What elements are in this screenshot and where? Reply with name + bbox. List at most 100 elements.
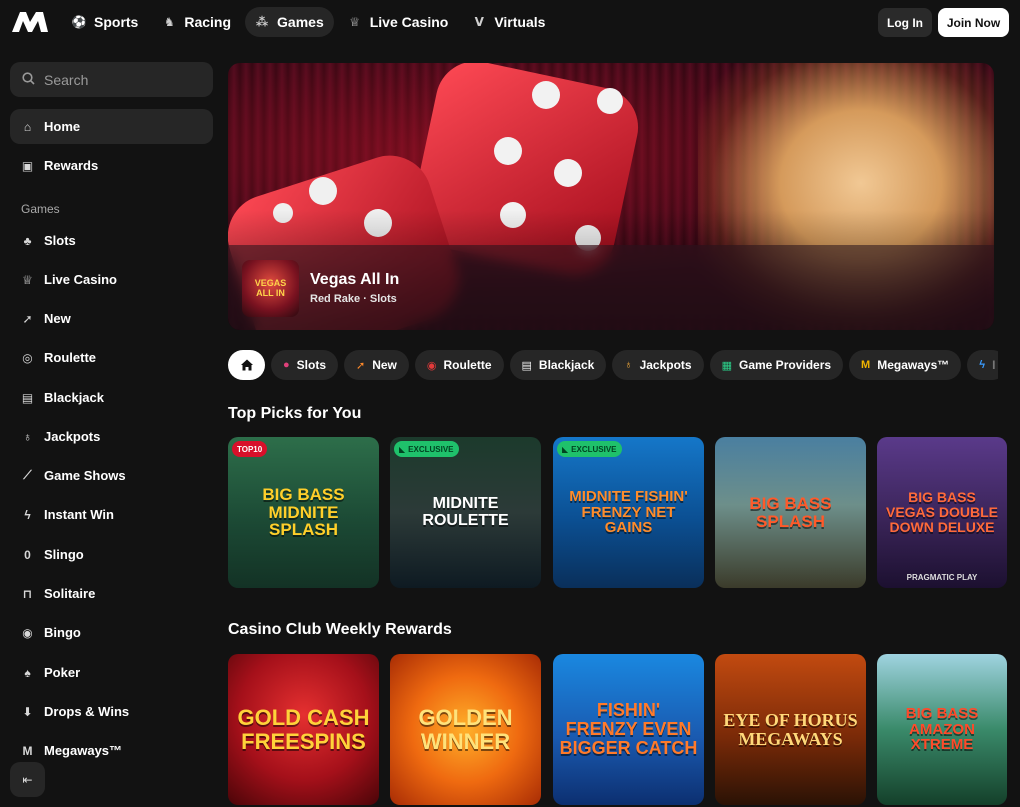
nav-sports[interactable]: ⚽ Sports <box>62 7 148 37</box>
sidebar-item-label: Drops & Wins <box>44 704 130 719</box>
game-tile-name: GOLDEN WINNER <box>418 705 513 754</box>
chip-new[interactable]: ➚ New <box>344 350 409 380</box>
game-tile-name: MIDNITE FISHIN' FRENZY NET GAINS <box>569 487 688 537</box>
sidebar-item-poker[interactable]: ♠ Poker <box>10 655 213 690</box>
chip-jackpots[interactable]: ♁ Jackpots <box>612 350 704 380</box>
collapse-icon: ⇤ <box>22 772 33 787</box>
game-tile-name: BIG BASS MIDNITE SPLASH <box>262 484 345 540</box>
midnite-logo[interactable] <box>10 10 50 34</box>
sidebar-item-jackpots[interactable]: ♁ Jackpots <box>10 419 213 454</box>
sidebar-item-drops-wins[interactable]: ⬇ Drops & Wins <box>10 694 213 729</box>
sidebar-item-rewards[interactable]: ▣ Rewards <box>10 148 213 183</box>
home-icon: ⌂ <box>23 119 32 134</box>
rocket-icon: ➚ <box>22 311 33 326</box>
hero-thumb-text: VEGAS ALL IN <box>254 277 287 298</box>
provider-label: PRAGMATIC PLAY <box>906 573 978 582</box>
rocket-icon: ➚ <box>356 359 366 372</box>
sidebar-item-home[interactable]: ⌂ Home <box>10 109 213 144</box>
roulette-icon: ◉ <box>426 359 437 372</box>
gift-icon: ▣ <box>21 158 34 173</box>
nav-virtuals[interactable]: Ⅴ Virtuals <box>462 7 555 37</box>
sidebar-item-label: Bingo <box>44 625 81 640</box>
game-tile[interactable]: TOP10 BIG BASS MIDNITE SPLASH <box>228 437 379 588</box>
game-tile[interactable]: BIG BASS VEGAS DOUBLE DOWN DELUXE PRAGMA… <box>877 437 1007 588</box>
search-input[interactable]: Search <box>10 62 213 97</box>
chip-roulette[interactable]: ◉ Roulette <box>414 350 504 380</box>
game-tile-name: MIDNITE ROULETTE <box>422 494 509 529</box>
midnite-mini-icon: ◣ <box>562 444 569 454</box>
game-tile-name: BIG BASS VEGAS DOUBLE DOWN DELUXE <box>885 489 998 535</box>
midnite-mini-icon: ◣ <box>399 444 406 454</box>
trophy-icon: ♕ <box>22 272 33 287</box>
sidebar-item-label: Slingo <box>44 547 84 562</box>
exclusive-badge: ◣ EXCLUSIVE <box>394 441 459 457</box>
sidebar-item-roulette[interactable]: ◎ Roulette <box>10 340 213 375</box>
sidebar-item-live-casino[interactable]: ♕ Live Casino <box>10 262 213 297</box>
chip-label: New <box>372 358 397 372</box>
game-tile[interactable]: BIG BASS SPLASH <box>715 437 866 588</box>
nav-live-casino[interactable]: ♕ Live Casino <box>338 7 459 37</box>
hero-game-thumbnail[interactable]: VEGAS ALL IN <box>242 260 299 317</box>
chip-slots[interactable]: ● Slots <box>271 350 338 380</box>
chip-game-providers[interactable]: ▦ Game Providers <box>709 350 844 380</box>
top-navigation-bar: ⚽ Sports ♞ Racing ⁂ Games ♕ Live Casino … <box>0 0 1020 44</box>
sidebar-item-slingo[interactable]: 0 Slingo <box>10 537 213 572</box>
chip-megaways[interactable]: M Megaways™ <box>849 350 962 380</box>
main-nav: ⚽ Sports ♞ Racing ⁂ Games ♕ Live Casino … <box>62 7 555 37</box>
join-now-button[interactable]: Join Now <box>938 8 1009 37</box>
nav-virtuals-label: Virtuals <box>494 14 546 30</box>
moneybag-icon: ♁ <box>624 359 633 371</box>
moneybag-icon: ♁ <box>23 429 32 444</box>
microphone-icon: ⟋ <box>23 468 32 482</box>
sidebar-item-bingo[interactable]: ◉ Bingo <box>10 615 213 650</box>
search-icon <box>22 71 35 88</box>
sidebar-item-label: Live Casino <box>44 272 117 287</box>
chip-label: Blackjack <box>538 358 595 372</box>
chip-label: Game Providers <box>739 358 832 372</box>
nav-games[interactable]: ⁂ Games <box>245 7 334 37</box>
cherry-icon: ♣ <box>23 233 32 248</box>
nav-games-label: Games <box>277 14 324 30</box>
search-placeholder: Search <box>44 71 89 88</box>
chip-instant-win[interactable]: ϟ I <box>967 350 998 380</box>
game-tile[interactable]: FISHIN' FRENZY EVEN BIGGER CATCH <box>553 654 704 805</box>
chip-label: I <box>992 358 996 372</box>
game-tile[interactable]: GOLDEN WINNER <box>390 654 541 805</box>
chip-blackjack[interactable]: ▤ Blackjack <box>509 350 607 380</box>
sidebar-item-solitaire[interactable]: ⊓ Solitaire <box>10 576 213 611</box>
game-tile[interactable]: ◣ EXCLUSIVE MIDNITE ROULETTE <box>390 437 541 588</box>
nav-racing[interactable]: ♞ Racing <box>152 7 241 37</box>
game-tile[interactable]: ◣ EXCLUSIVE MIDNITE FISHIN' FRENZY NET GA… <box>553 437 704 588</box>
chip-home[interactable] <box>228 350 265 380</box>
sidebar-item-label: Megaways™ <box>44 743 123 758</box>
virtuals-icon: Ⅴ <box>474 15 484 29</box>
football-icon: ⚽ <box>71 15 87 29</box>
section-title-weekly-rewards: Casino Club Weekly Rewards <box>228 621 452 638</box>
game-tile[interactable]: EYE OF HORUS MEGAWAYS <box>715 654 866 805</box>
game-tile-name: BIG BASS SPLASH <box>749 493 832 531</box>
sidebar-item-instant-win[interactable]: ϟ Instant Win <box>10 497 213 532</box>
hero-banner[interactable]: VEGAS ALL IN Vegas All In Red Rake · Slo… <box>228 63 994 330</box>
sidebar-item-label: Rewards <box>44 158 99 173</box>
exclusive-badge-label: EXCLUSIVE <box>408 444 454 454</box>
hero-game-title[interactable]: Vegas All In <box>310 271 399 289</box>
sidebar-item-blackjack[interactable]: ▤ Blackjack <box>10 380 213 415</box>
game-tile[interactable]: BIG BASS AMAZON XTREME <box>877 654 1007 805</box>
grid-icon: ▦ <box>721 359 732 372</box>
sidebar-item-game-shows[interactable]: ⟋ Game Shows <box>10 458 213 493</box>
sidebar-item-slots[interactable]: ♣ Slots <box>10 223 213 258</box>
sidebar-item-label: Solitaire <box>44 586 96 601</box>
games-icon: ⁂ <box>255 15 269 29</box>
bingo-icon: ◉ <box>22 625 33 640</box>
game-tile-name: GOLD CASH FREESPINS <box>237 705 370 754</box>
sidebar-item-new[interactable]: ➚ New <box>10 301 213 336</box>
solitaire-icon: ⊓ <box>22 586 33 601</box>
game-tile-name: FISHIN' FRENZY EVEN BIGGER CATCH <box>559 700 698 758</box>
category-chips: ● Slots ➚ New ◉ Roulette ▤ Blackjack ♁ J… <box>228 350 998 380</box>
sidebar-item-label: Jackpots <box>44 429 101 444</box>
game-tile[interactable]: GOLD CASH FREESPINS <box>228 654 379 805</box>
sidebar-item-label: Home <box>44 119 81 134</box>
collapse-sidebar-button[interactable]: ⇤ <box>10 762 45 797</box>
roulette-icon: ◎ <box>22 350 33 365</box>
login-button[interactable]: Log In <box>878 8 932 37</box>
